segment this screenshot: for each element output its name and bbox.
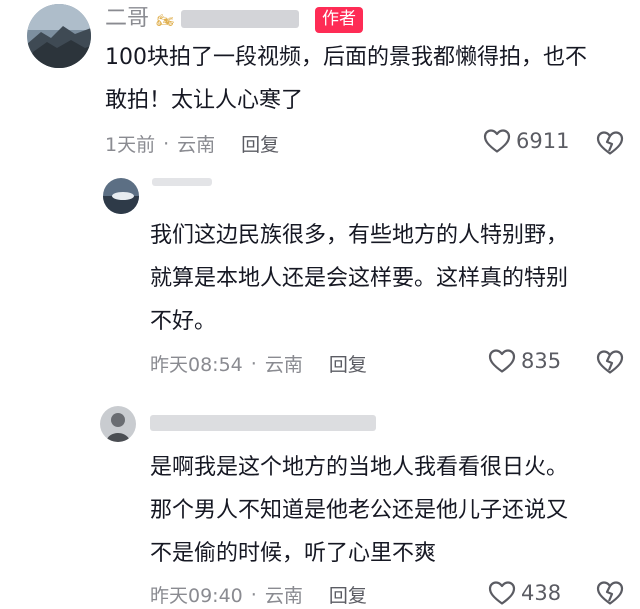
comment-item: 是啊我是这个地方的当地人我看看很日火。 那个男人不知道是他老公还是他儿子还说又 … <box>0 400 640 609</box>
author-badge: 作者 <box>315 7 363 33</box>
timestamp: 昨天08:54 <box>150 354 243 376</box>
heart-outline-icon <box>488 349 516 373</box>
heart-outline-icon <box>483 129 511 153</box>
comment-meta: 1天前 · 云南 回复 <box>105 130 279 157</box>
location: 云南 <box>264 585 303 607</box>
like-button[interactable]: 6911 <box>483 128 569 154</box>
broken-heart-icon[interactable] <box>596 580 624 606</box>
comment-item: 我们这边民族很多，有些地方的人特别野， 就算是本地人还是会这样要。这样真的特别 … <box>0 168 640 388</box>
reply-button[interactable]: 回复 <box>329 350 367 377</box>
avatar[interactable] <box>27 4 91 68</box>
like-count: 835 <box>521 349 562 373</box>
redacted-name <box>180 10 299 28</box>
like-button[interactable]: 835 <box>488 348 561 374</box>
comment-text: 100块拍了一段视频，后面的景我都懒得拍，也不 敢拍！太让人心寒了 <box>105 45 587 113</box>
timestamp: 1天前 <box>105 134 156 156</box>
location: 云南 <box>177 134 216 156</box>
comment-text: 是啊我是这个地方的当地人我看看很日火。 那个男人不知道是他老公还是他儿子还说又 … <box>150 455 569 566</box>
broken-heart-icon[interactable] <box>596 130 624 156</box>
motorbike-icon: 🏍 <box>156 13 174 29</box>
like-count: 6911 <box>516 129 570 153</box>
comment-text: 我们这边民族很多，有些地方的人特别野， 就算是本地人还是会这样要。这样真的特别 … <box>150 223 569 334</box>
heart-outline-icon <box>488 581 516 605</box>
like-button[interactable]: 438 <box>488 580 561 606</box>
redacted-name <box>152 178 212 186</box>
comment-item: 二哥 🏍 作者 100块拍了一段视频，后面的景我都懒得拍，也不 敢拍！太让人心寒… <box>0 0 640 168</box>
broken-heart-icon[interactable] <box>596 349 624 375</box>
author-name[interactable] <box>152 178 212 203</box>
author-name[interactable] <box>150 410 376 435</box>
reply-button[interactable]: 回复 <box>241 130 279 157</box>
comment-meta: 昨天09:40 · 云南 回复 <box>150 581 367 608</box>
comment-meta: 昨天08:54 · 云南 回复 <box>150 350 367 377</box>
like-count: 438 <box>521 581 562 605</box>
redacted-name <box>150 415 376 431</box>
avatar[interactable] <box>100 406 136 442</box>
timestamp: 昨天09:40 <box>150 585 243 607</box>
avatar[interactable] <box>103 178 139 214</box>
reply-button[interactable]: 回复 <box>329 581 367 608</box>
author-name[interactable]: 二哥 🏍 <box>105 0 299 32</box>
location: 云南 <box>264 354 303 376</box>
